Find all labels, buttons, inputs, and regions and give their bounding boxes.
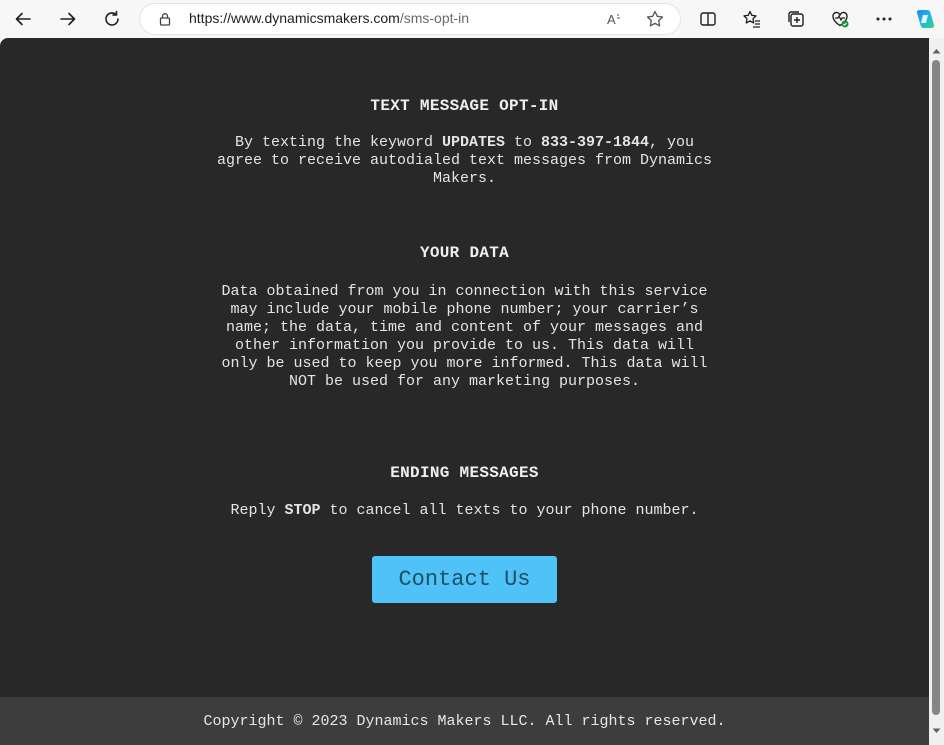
svg-text:A: A <box>607 12 616 27</box>
page-content: TEXT MESSAGE OPT-IN By texting the keywo… <box>0 38 929 697</box>
ending-text-a: Reply <box>230 502 285 519</box>
read-aloud-icon[interactable]: A <box>605 9 625 29</box>
url-path: /sms-opt-in <box>399 10 470 26</box>
keyword-updates: UPDATES <box>441 134 505 151</box>
browser-essentials-icon[interactable] <box>826 5 854 33</box>
opt-in-text: By texting the keyword UPDATES to 833-39… <box>215 134 715 188</box>
scroll-thumb[interactable] <box>932 60 940 715</box>
scroll-down-arrow-icon[interactable] <box>932 728 941 734</box>
scrollbar[interactable] <box>929 38 944 745</box>
ending-messages-section: ENDING MESSAGES Reply STOP to cancel all… <box>0 464 929 520</box>
contact-us-button[interactable]: Contact Us <box>372 556 557 603</box>
phone-number: 833-397-1844 <box>541 134 650 151</box>
ending-messages-heading: ENDING MESSAGES <box>390 464 539 482</box>
address-bar[interactable]: https://www.dynamicsmakers.com/sms-opt-i… <box>140 4 680 34</box>
back-icon[interactable] <box>9 5 37 33</box>
your-data-text: Data obtained from you in connection wit… <box>221 283 708 390</box>
opt-in-section: TEXT MESSAGE OPT-IN By texting the keywo… <box>0 97 929 188</box>
ending-messages-text: Reply STOP to cancel all texts to your p… <box>195 502 735 520</box>
footer: Copyright © 2023 Dynamics Makers LLC. Al… <box>0 697 929 745</box>
stop-keyword: STOP <box>284 502 321 519</box>
favorite-star-icon[interactable] <box>645 9 665 29</box>
copyright-text: Copyright © 2023 Dynamics Makers LLC. Al… <box>203 712 726 730</box>
your-data-section: YOUR DATA Data obtained from you in conn… <box>0 244 929 391</box>
collections-icon[interactable] <box>782 5 810 33</box>
lock-icon[interactable] <box>158 12 172 26</box>
browser-toolbar: https://www.dynamicsmakers.com/sms-opt-i… <box>0 0 944 38</box>
favorites-icon[interactable] <box>738 5 766 33</box>
copilot-icon[interactable] <box>911 5 939 33</box>
page-viewport: TEXT MESSAGE OPT-IN By texting the keywo… <box>0 38 929 745</box>
opt-in-text-a: By texting the keyword <box>234 134 442 151</box>
forward-icon[interactable] <box>54 5 82 33</box>
opt-in-text-b: to <box>505 134 542 151</box>
ending-text-b: to cancel all texts to your phone number… <box>320 502 699 519</box>
scroll-up-arrow-icon[interactable] <box>932 48 941 54</box>
refresh-icon[interactable] <box>98 5 126 33</box>
opt-in-heading: TEXT MESSAGE OPT-IN <box>370 97 559 115</box>
url-host: https://www.dynamicsmakers.com <box>189 10 400 26</box>
your-data-heading: YOUR DATA <box>419 244 510 262</box>
url-text[interactable]: https://www.dynamicsmakers.com/sms-opt-i… <box>189 10 469 26</box>
more-icon[interactable] <box>870 5 898 33</box>
split-screen-icon[interactable] <box>694 5 722 33</box>
